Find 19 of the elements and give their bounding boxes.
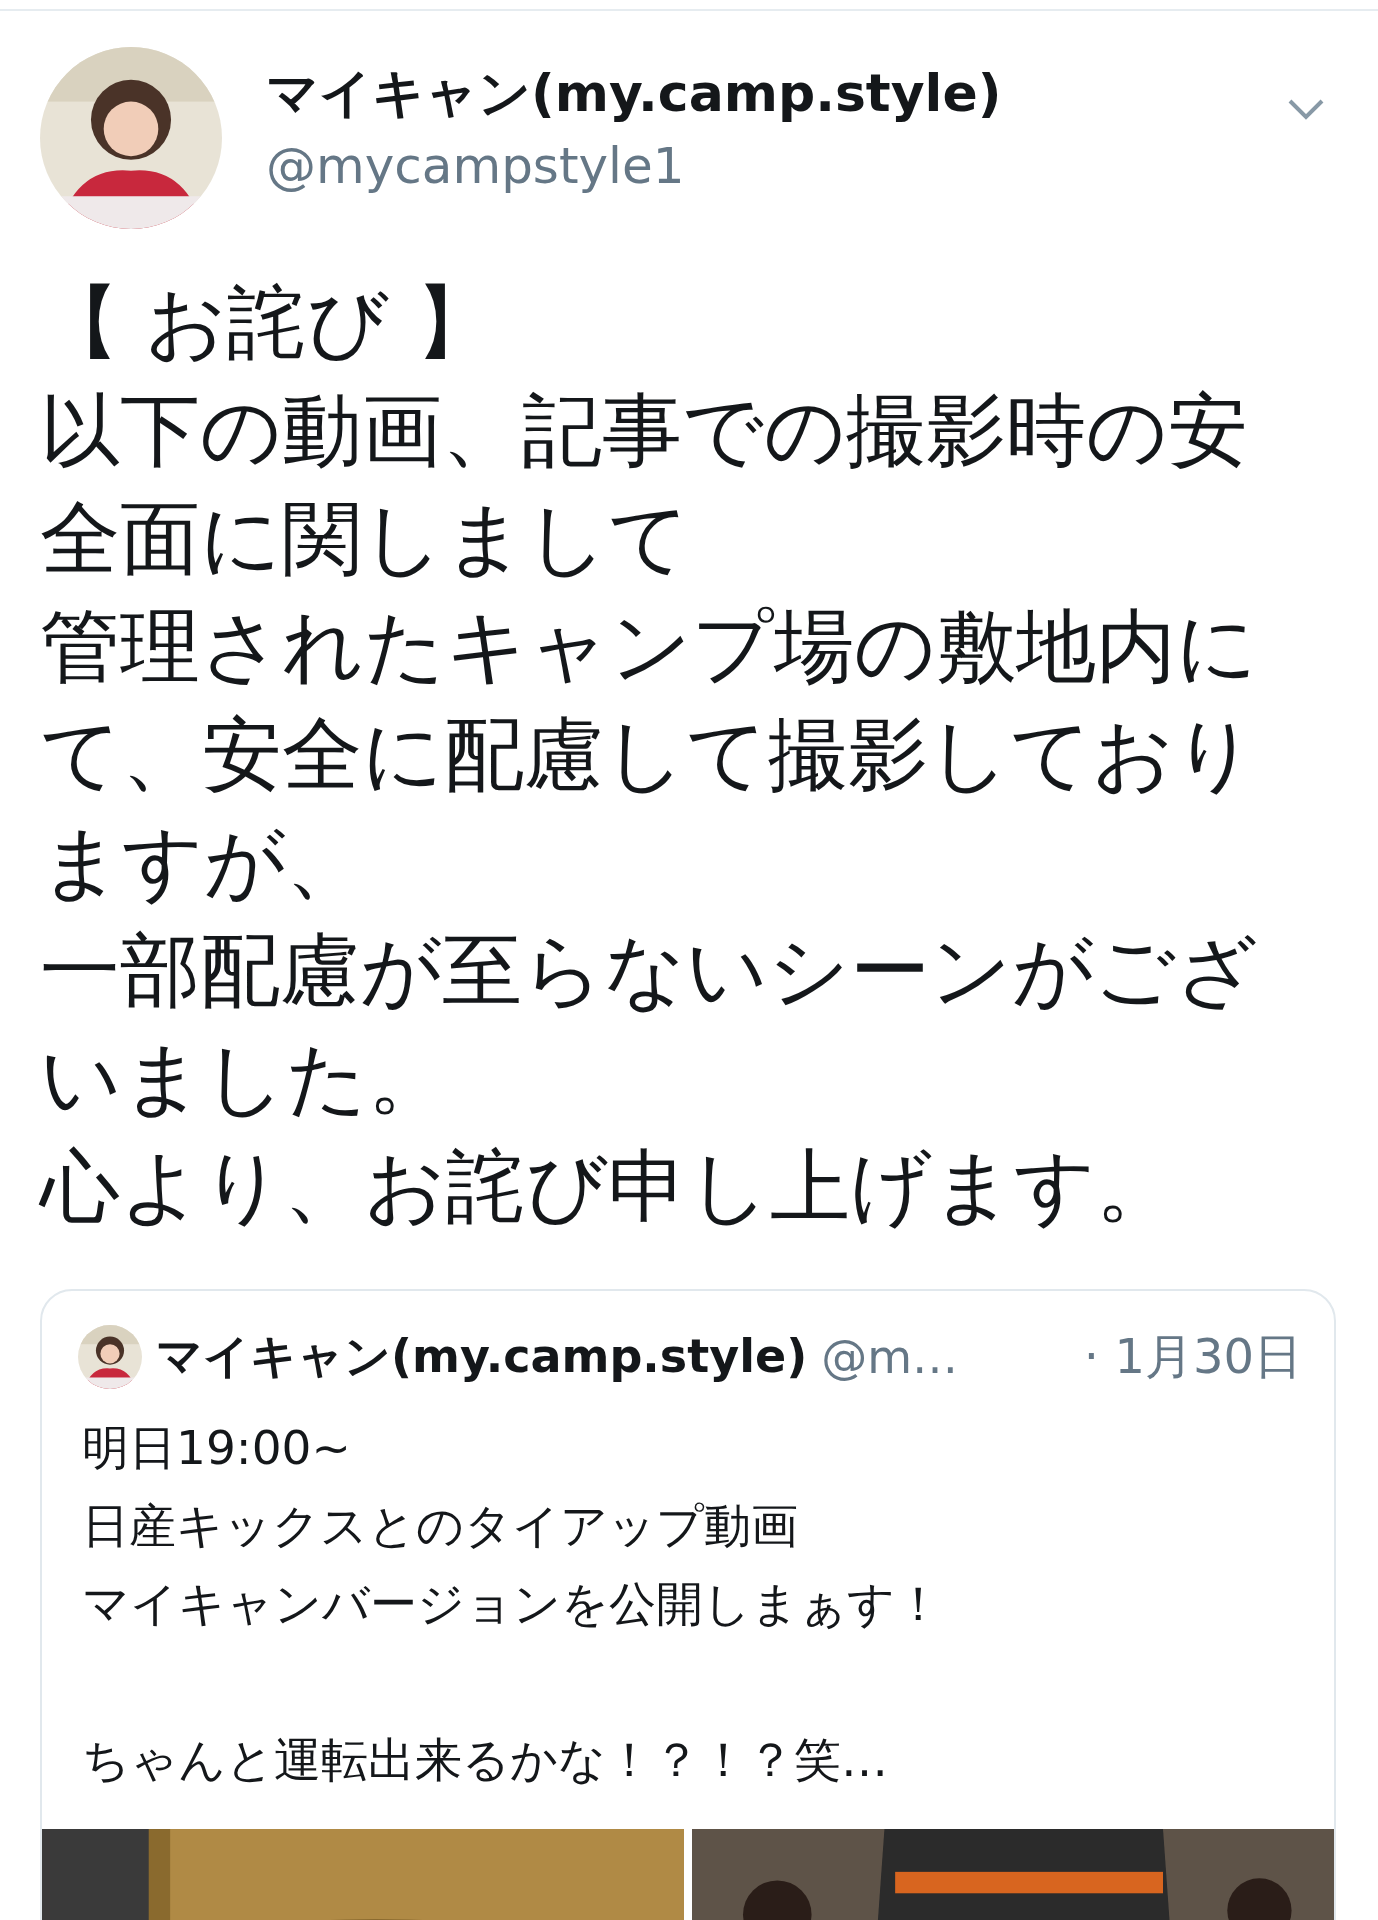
quoted-text-line: ちゃんと運転出来るかな！？！？笑… (82, 1731, 889, 1789)
tweet-text-line: 【 お詫び 】 (40, 275, 496, 371)
quoted-text-line: 日産キックスとのタイアップ動画 (82, 1497, 799, 1555)
tweet-text-line: 一部配慮が至らないシーンがござ (40, 923, 1259, 1019)
quoted-author-name: マイキャン(my.camp.style) (156, 1328, 808, 1385)
tweet-text-line: ますが、 (40, 815, 367, 911)
quoted-text-line: マイキャンバージョンを公開しまぁす！ (82, 1575, 943, 1633)
quoted-date: · 1月30日 (1083, 1327, 1302, 1386)
quoted-text-line: 明日19:00~ (82, 1419, 352, 1477)
quoted-tweet-card[interactable]: マイキャン(my.camp.style) @m… · 1月30日 明日19:00~ 日産キックスとのタイアップ動画 マイキャンバージョンを公開しまぁす！ ちゃんと運転出来るかな！？！？笑… (40, 1289, 1336, 1920)
tweet-text-line: いました。 (40, 1031, 449, 1127)
tweet-text-line: 全面に関しまして (40, 491, 691, 587)
tweet-text-line: 心より、お詫び申し上げます。 (40, 1139, 1177, 1235)
author-name[interactable]: マイキャン(my.camp.style) (266, 59, 1242, 129)
quoted-author-handle: @m… (821, 1330, 959, 1384)
tweet-text-line: 以下の動画、記事での撮影時の安 (40, 383, 1249, 479)
author-handle[interactable]: @mycampstyle1 (266, 137, 1242, 195)
tweet-text-line: て、安全に配慮して撮影しており (40, 707, 1257, 803)
tweet-text-line: 管理されたキャンプ場の敷地内に (40, 599, 1259, 695)
